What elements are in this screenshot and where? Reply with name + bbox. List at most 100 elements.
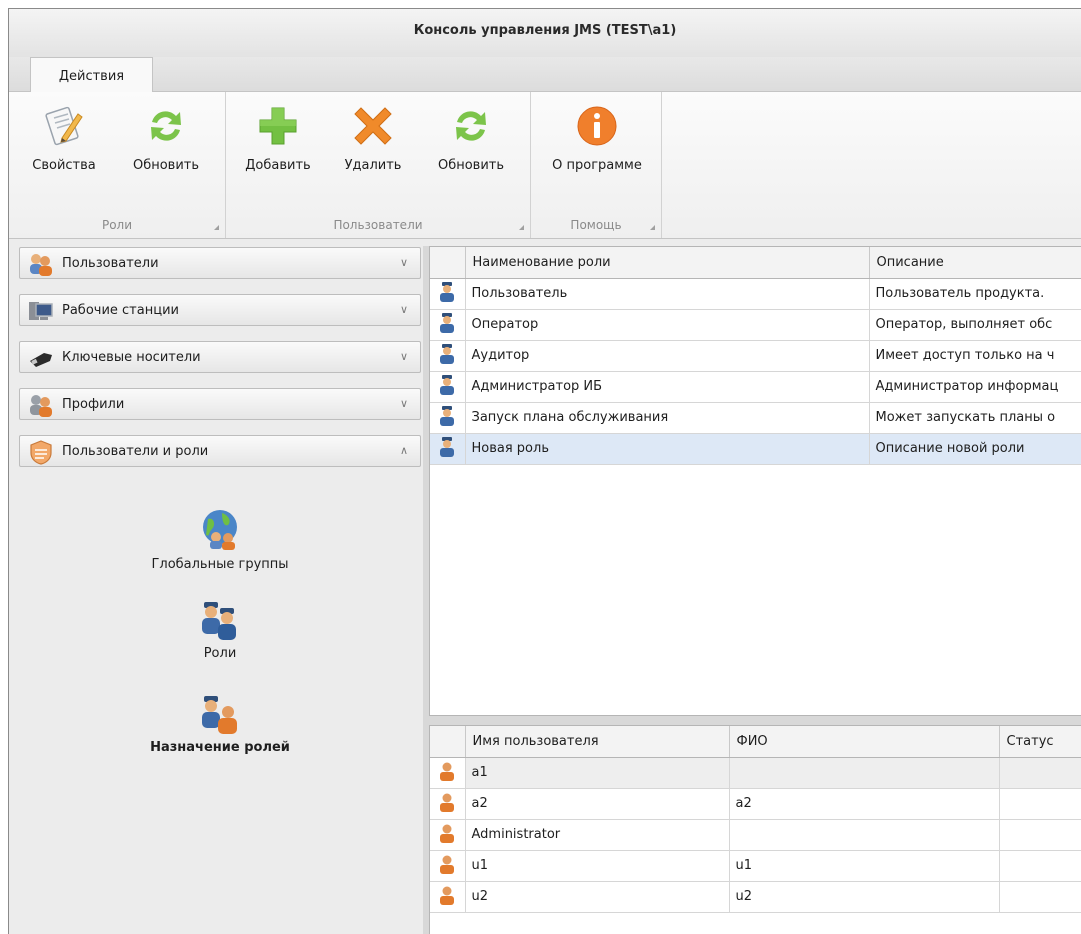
user-icon: [440, 762, 455, 781]
role-row[interactable]: Аудитор Имеет доступ только на ч: [430, 340, 1081, 372]
window-title: Консоль управления JMS (TEST\a1): [413, 23, 677, 38]
status-cell[interactable]: [999, 819, 1081, 851]
user-row[interactable]: a1: [430, 757, 1081, 789]
column-header-description[interactable]: Описание: [869, 247, 1081, 279]
nav-section-users-roles[interactable]: Пользователи и роли ∧: [19, 435, 421, 467]
username-cell[interactable]: a2: [465, 788, 730, 820]
user-row[interactable]: Administrator: [430, 819, 1081, 851]
properties-button[interactable]: Свойства: [19, 100, 109, 173]
nav-item-role-assignment[interactable]: Назначение ролей: [19, 694, 421, 755]
user-icon: [440, 855, 455, 874]
fio-cell[interactable]: u1: [729, 850, 1000, 882]
fio-cell[interactable]: [729, 757, 1000, 789]
user-row[interactable]: u1 u1: [430, 850, 1081, 882]
status-cell[interactable]: [999, 850, 1081, 882]
role-description-cell[interactable]: Оператор, выполняет обс: [869, 309, 1081, 341]
role-description-cell[interactable]: Пользователь продукта.: [869, 278, 1081, 310]
username-cell[interactable]: u2: [465, 881, 730, 913]
user-icon: [440, 824, 455, 843]
delete-icon: [354, 107, 392, 145]
role-row-icon-cell: [430, 309, 466, 341]
role-icon: [440, 343, 455, 364]
roles-header-row: Наименование роли Описание: [430, 247, 1081, 279]
properties-icon: [45, 106, 83, 146]
nav-item-roles[interactable]: Роли: [19, 600, 421, 661]
column-header-status[interactable]: Статус: [999, 726, 1081, 758]
role-row[interactable]: Запуск плана обслуживания Может запускать…: [430, 402, 1081, 434]
ribbon-group-roles: Свойства Обновить Роли: [9, 92, 226, 238]
nav-section-key-carriers[interactable]: Ключевые носители ∨: [19, 341, 421, 373]
chevron-down-icon: ∨: [399, 303, 408, 316]
role-name-cell[interactable]: Пользователь: [465, 278, 870, 310]
add-icon: [259, 107, 297, 145]
add-button[interactable]: Добавить: [232, 100, 324, 173]
role-row[interactable]: Оператор Оператор, выполняет обс: [430, 309, 1081, 341]
role-row-icon-cell: [430, 371, 466, 403]
roles-table-body: Пользователь Пользователь продукта. Операт…: [430, 278, 1081, 465]
users-icon-column-header: [430, 726, 466, 758]
nav-section-profiles[interactable]: Профили ∨: [19, 388, 421, 420]
chevron-down-icon: ∨: [399, 350, 408, 363]
role-icon: [440, 436, 455, 457]
role-row[interactable]: Новая роль Описание новой роли: [430, 433, 1081, 465]
role-description-cell[interactable]: Администратор информац: [869, 371, 1081, 403]
user-icon: [440, 886, 455, 905]
refresh-users-button[interactable]: Обновить: [422, 100, 520, 173]
role-description-cell[interactable]: Может запускать планы о: [869, 402, 1081, 434]
info-icon: [577, 106, 617, 146]
role-row-icon-cell: [430, 340, 466, 372]
fio-cell[interactable]: a2: [729, 788, 1000, 820]
nav-items-area: Глобальные группы Роли Назначение ролей: [19, 498, 421, 934]
delete-button[interactable]: Удалить: [330, 100, 416, 173]
tab-actions[interactable]: Действия: [30, 57, 153, 93]
username-cell[interactable]: u1: [465, 850, 730, 882]
role-name-cell[interactable]: Запуск плана обслуживания: [465, 402, 870, 434]
role-name-cell[interactable]: Администратор ИБ: [465, 371, 870, 403]
users-icon: [30, 254, 52, 276]
chevron-down-icon: ∨: [399, 256, 408, 269]
nav-item-global-groups[interactable]: Глобальные группы: [19, 507, 421, 572]
status-cell[interactable]: [999, 881, 1081, 913]
column-header-username[interactable]: Имя пользователя: [465, 726, 730, 758]
fio-cell[interactable]: [729, 819, 1000, 851]
nav-section-users[interactable]: Пользователи ∨: [19, 247, 421, 279]
role-icon: [440, 405, 455, 426]
users-roles-icon: [30, 440, 52, 465]
username-cell[interactable]: Administrator: [465, 819, 730, 851]
status-cell[interactable]: [999, 757, 1081, 789]
ribbon: Свойства Обновить Роли Добавить Удалить …: [9, 92, 1081, 239]
column-header-role-name[interactable]: Наименование роли: [465, 247, 870, 279]
roles-grid: Наименование роли Описание Пользователь П…: [429, 246, 1081, 716]
username-cell[interactable]: a1: [465, 757, 730, 789]
role-icon: [440, 374, 455, 395]
role-row[interactable]: Пользователь Пользователь продукта.: [430, 278, 1081, 310]
fio-cell[interactable]: u2: [729, 881, 1000, 913]
role-name-cell[interactable]: Аудитор: [465, 340, 870, 372]
nav-section-workstations[interactable]: Рабочие станции ∨: [19, 294, 421, 326]
app-window: Консоль управления JMS (TEST\a1) Действи…: [8, 8, 1081, 934]
ribbon-group-help: О программе Помощь: [531, 92, 662, 238]
role-row-icon-cell: [430, 402, 466, 434]
global-groups-icon: [203, 510, 237, 550]
horizontal-splitter[interactable]: [429, 716, 1081, 725]
user-row[interactable]: a2 a2: [430, 788, 1081, 820]
role-row[interactable]: Администратор ИБ Администратор информац: [430, 371, 1081, 403]
about-button[interactable]: О программе: [537, 100, 657, 173]
role-name-cell[interactable]: Новая роль: [465, 433, 870, 465]
user-row-icon-cell: [430, 881, 466, 913]
role-description-cell[interactable]: Имеет доступ только на ч: [869, 340, 1081, 372]
ribbon-tab-row: Действия: [9, 57, 1081, 93]
user-row[interactable]: u2 u2: [430, 881, 1081, 913]
role-row-icon-cell: [430, 278, 466, 310]
refresh-icon: [151, 111, 181, 141]
column-header-fio[interactable]: ФИО: [729, 726, 1000, 758]
ribbon-group-users: Добавить Удалить Обновить Пользователи: [226, 92, 531, 238]
chevron-down-icon: ∨: [399, 397, 408, 410]
key-carrier-icon: [30, 353, 52, 367]
role-description-cell[interactable]: Описание новой роли: [869, 433, 1081, 465]
status-cell[interactable]: [999, 788, 1081, 820]
chevron-up-icon: ∧: [399, 444, 408, 457]
role-name-cell[interactable]: Оператор: [465, 309, 870, 341]
role-row-icon-cell: [430, 433, 466, 465]
refresh-roles-button[interactable]: Обновить: [117, 100, 215, 173]
